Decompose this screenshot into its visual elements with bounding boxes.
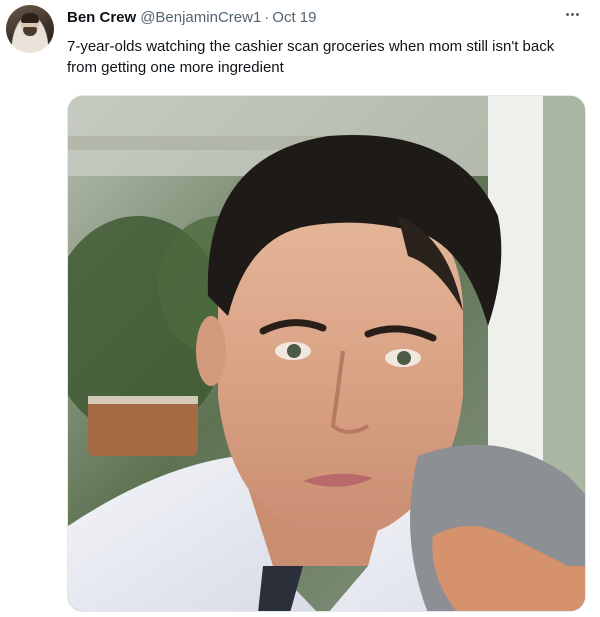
more-icon[interactable]: [560, 4, 584, 24]
more-dot: [565, 12, 569, 16]
tweet-text: 7-year-olds watching the cashier scan gr…: [67, 38, 555, 76]
meme-photo: [68, 96, 585, 611]
more-dot: [575, 12, 579, 16]
avatar[interactable]: [6, 5, 54, 53]
tweet-header: Ben Crew @BenjaminCrew1 · Oct 19: [67, 8, 316, 28]
tweet-date[interactable]: Oct 19: [272, 9, 316, 26]
header-separator: ·: [264, 9, 270, 26]
more-dot: [570, 12, 574, 16]
avatar-hair: [21, 13, 39, 23]
tweet-card: Ben Crew @BenjaminCrew1 · Oct 19 7-year-old…: [0, 0, 600, 617]
avatar-beard: [23, 27, 37, 36]
author-handle[interactable]: @BenjaminCrew1: [140, 9, 261, 26]
tweet-media-image[interactable]: [67, 95, 586, 612]
author-name[interactable]: Ben Crew: [67, 9, 136, 26]
